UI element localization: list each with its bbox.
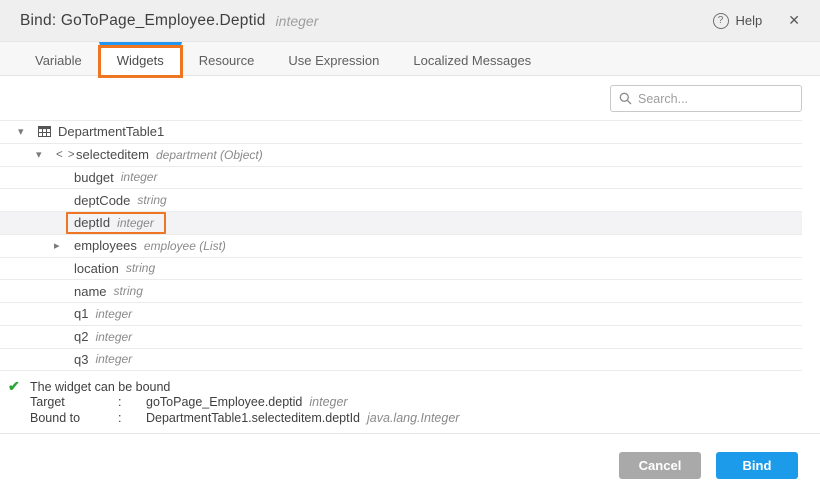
tree-row-q1[interactable]: q1 integer	[0, 303, 802, 326]
node-label: deptCode	[74, 193, 130, 208]
tab-variable[interactable]: Variable	[18, 42, 99, 75]
node-type: integer	[121, 170, 158, 184]
node-type: integer	[95, 352, 132, 366]
search-icon	[619, 92, 632, 105]
caret-down-icon[interactable]	[18, 125, 38, 138]
search-row	[0, 76, 820, 120]
node-label: q1	[74, 306, 88, 321]
dialog-title: Bind: GoToPage_Employee.Deptid	[20, 12, 266, 30]
status-boundto-type: java.lang.Integer	[367, 411, 459, 427]
node-type: string	[137, 193, 166, 207]
object-icon	[56, 149, 76, 161]
node-type: integer	[95, 330, 132, 344]
dialog-title-type: integer	[276, 13, 319, 29]
dialog-footer: Cancel Bind	[0, 434, 820, 479]
tree-row-deptcode[interactable]: deptCode string	[0, 189, 802, 212]
green-check-icon	[8, 378, 30, 395]
status-target-type: integer	[309, 395, 347, 411]
tab-variable-label: Variable	[35, 53, 82, 68]
node-type: integer	[95, 307, 132, 321]
tree-row-selecteditem[interactable]: selecteditem department (Object)	[0, 144, 802, 167]
caret-right-icon[interactable]	[54, 239, 74, 252]
node-label: name	[74, 284, 107, 299]
tab-strip: Variable Widgets Resource Use Expression…	[0, 42, 820, 76]
tab-resource[interactable]: Resource	[182, 42, 272, 75]
dialog-titlebar: Bind: GoToPage_Employee.Deptid integer H…	[0, 0, 820, 42]
close-icon[interactable]	[788, 12, 800, 29]
node-label: deptId	[74, 215, 110, 230]
status-target-value: goToPage_Employee.deptid	[146, 395, 302, 411]
node-label: q3	[74, 352, 88, 367]
tab-widgets-label: Widgets	[117, 53, 164, 68]
tree-row-employees[interactable]: employees employee (List)	[0, 235, 802, 258]
tab-resource-label: Resource	[199, 53, 255, 68]
node-type: integer	[117, 216, 154, 230]
tab-localized-messages[interactable]: Localized Messages	[396, 42, 548, 75]
cancel-button[interactable]: Cancel	[619, 452, 701, 479]
status-separator: :	[118, 411, 146, 427]
tab-use-expression[interactable]: Use Expression	[271, 42, 396, 75]
help-link[interactable]: Help	[736, 13, 763, 28]
tree-row-q2[interactable]: q2 integer	[0, 326, 802, 349]
node-label: location	[74, 261, 119, 276]
node-type: department (Object)	[156, 148, 263, 162]
help-icon[interactable]	[713, 13, 729, 29]
bind-button[interactable]: Bind	[716, 452, 798, 479]
status-separator: :	[118, 395, 146, 411]
node-label: DepartmentTable1	[58, 124, 164, 139]
tree-row-location[interactable]: location string	[0, 258, 802, 281]
node-label: q2	[74, 329, 88, 344]
bind-status-message: The widget can be bound	[30, 380, 170, 394]
dialog-content: DepartmentTable1 selecteditem department…	[0, 76, 820, 479]
status-boundto-value: DepartmentTable1.selecteditem.deptId	[146, 411, 360, 427]
caret-down-icon[interactable]	[36, 148, 56, 161]
widget-tree: DepartmentTable1 selecteditem department…	[0, 120, 802, 371]
node-label: budget	[74, 170, 114, 185]
tree-row-departmenttable1[interactable]: DepartmentTable1	[0, 121, 802, 144]
table-icon	[38, 126, 58, 137]
node-label: employees	[74, 238, 137, 253]
bind-status-details: Target : goToPage_Employee.deptid intege…	[30, 395, 820, 426]
node-type: string	[114, 284, 143, 298]
tab-widgets[interactable]: Widgets	[99, 42, 182, 76]
tree-row-q3[interactable]: q3 integer	[0, 349, 802, 372]
tree-row-name[interactable]: name string	[0, 280, 802, 303]
bind-status-panel: The widget can be bound Target : goToPag…	[0, 371, 820, 434]
deptid-annotation-box: deptId integer	[66, 212, 166, 234]
search-input[interactable]	[638, 92, 799, 106]
tab-use-expression-label: Use Expression	[288, 53, 379, 68]
tree-row-budget[interactable]: budget integer	[0, 167, 802, 190]
status-target-label: Target	[30, 395, 118, 411]
status-target-row: Target : goToPage_Employee.deptid intege…	[30, 395, 820, 411]
bind-dialog: Bind: GoToPage_Employee.Deptid integer H…	[0, 0, 820, 487]
status-boundto-row: Bound to : DepartmentTable1.selecteditem…	[30, 411, 820, 427]
tree-row-deptid[interactable]: deptId integer	[0, 212, 802, 235]
status-boundto-label: Bound to	[30, 411, 118, 427]
search-box[interactable]	[610, 85, 802, 112]
node-type: employee (List)	[144, 239, 226, 253]
node-type: string	[126, 261, 155, 275]
titlebar-actions: Help	[713, 12, 800, 29]
tab-localized-messages-label: Localized Messages	[413, 53, 531, 68]
node-label: selecteditem	[76, 147, 149, 162]
